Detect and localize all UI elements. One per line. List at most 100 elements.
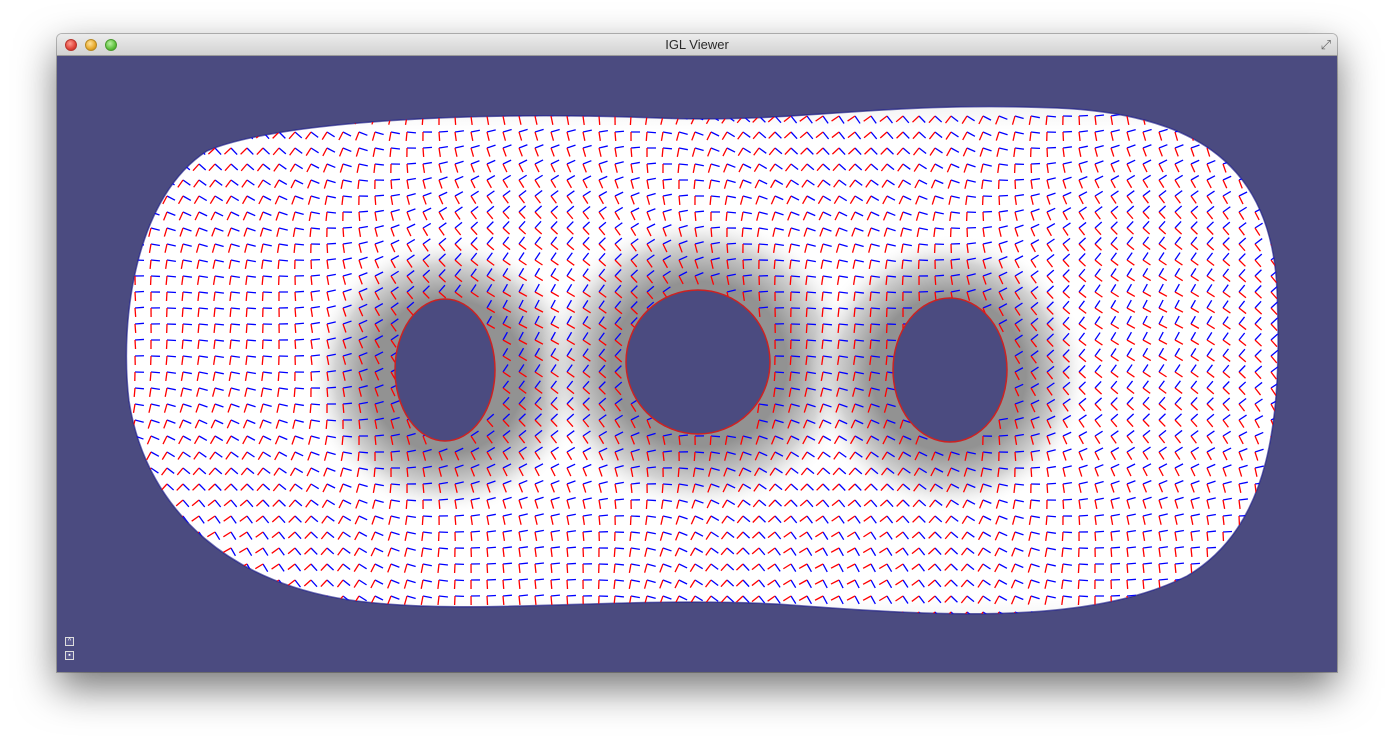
cross-field-stroke-red (422, 147, 425, 158)
cross-field-stroke-blue (614, 130, 625, 133)
cross-field-stroke-red (1287, 388, 1291, 396)
cross-field-stroke-red (613, 611, 616, 614)
cross-field-stroke-red (294, 323, 297, 334)
cross-field-stroke-blue (1110, 546, 1121, 549)
cross-field-stroke-blue (1287, 319, 1294, 324)
cross-field-stroke-blue (1046, 482, 1057, 485)
cross-field-stroke-blue (198, 323, 209, 326)
cross-field-stroke-red (254, 579, 264, 586)
cross-field-stroke-blue (134, 515, 142, 523)
collapse-icon[interactable]: ^ (65, 637, 74, 646)
cross-field-stroke-red (853, 307, 856, 318)
cross-field-stroke-blue (374, 467, 385, 470)
cross-field-stroke-red (320, 595, 328, 604)
cross-field-stroke-blue (150, 499, 158, 507)
cross-field-stroke-blue (1270, 162, 1279, 165)
cross-field-stroke-red (1222, 147, 1226, 157)
cross-field-stroke-blue (134, 531, 142, 540)
cross-field-stroke-red (421, 115, 424, 126)
cross-field-stroke-blue (198, 307, 209, 310)
cross-field-stroke-blue (422, 146, 433, 149)
cross-field-stroke-red (190, 547, 200, 553)
cross-field-stroke-blue (230, 131, 238, 140)
cross-field-stroke-blue (134, 115, 142, 123)
cross-field-stroke-red (789, 275, 792, 286)
cross-field-stroke-blue (1270, 531, 1279, 535)
cross-field-stroke-red (486, 611, 489, 614)
cross-field-stroke-red (309, 227, 312, 238)
cross-field-stroke-red (294, 291, 297, 302)
cross-field-stroke-blue (326, 242, 337, 245)
cross-field-stroke-red (1268, 563, 1272, 573)
cross-field-stroke-blue (1287, 287, 1294, 292)
edit-icon[interactable]: ▪ (65, 651, 74, 660)
cross-field-stroke-red (1206, 131, 1210, 141)
cross-field-stroke-red (1268, 611, 1272, 614)
cross-field-stroke-red (1268, 579, 1272, 589)
cross-field-stroke-red (255, 115, 264, 123)
cross-field-stroke-red (288, 115, 296, 123)
cross-field-stroke-red (1061, 531, 1064, 542)
cross-field-stroke-blue (1287, 500, 1296, 501)
cross-field-stroke-blue (758, 290, 769, 293)
cross-field-stroke-red (310, 371, 313, 382)
cross-field-stroke-red (614, 131, 617, 142)
cross-field-stroke-red (1252, 563, 1256, 573)
cross-field-stroke-blue (1174, 610, 1185, 613)
cross-field-stroke-red (646, 163, 649, 174)
cross-field-stroke-blue (294, 243, 305, 246)
cross-field-stroke-red (767, 611, 776, 614)
cross-field-stroke-red (174, 563, 184, 569)
cross-field-stroke-blue (854, 307, 865, 310)
cross-field-stroke-blue (774, 611, 781, 614)
cross-field-stroke-red (502, 595, 505, 606)
cross-field-stroke-blue (566, 562, 577, 565)
cross-field-stroke-red (1270, 163, 1273, 174)
cross-field-stroke-red (1285, 516, 1287, 525)
cross-field-stroke-red (1126, 579, 1129, 590)
cross-field-stroke-blue (1062, 498, 1073, 501)
cross-field-stroke-red (805, 291, 808, 302)
cross-field-stroke-blue (406, 611, 416, 614)
cross-field-stroke-blue (1126, 578, 1137, 581)
cross-field-stroke-blue (294, 322, 305, 325)
cross-field-stroke-red (1287, 212, 1290, 221)
cross-field-stroke-blue (310, 595, 318, 604)
3d-viewport[interactable]: ^ ▪ (57, 56, 1337, 672)
cross-field-stroke-red (158, 595, 168, 602)
cross-field-stroke-red (1126, 563, 1129, 574)
cross-field-stroke-red (1045, 115, 1048, 126)
cross-field-stroke-red (1287, 308, 1292, 315)
cross-field-stroke-red (176, 147, 184, 155)
cross-field-stroke-blue (166, 291, 177, 294)
cross-field-stroke-red (758, 307, 761, 318)
cross-field-stroke-blue (310, 115, 319, 123)
cross-field-stroke-red (128, 115, 136, 123)
fullscreen-icon[interactable]: ⤢ (1321, 37, 1331, 53)
cross-field-stroke-red (1142, 611, 1145, 614)
cross-field-stroke-red (190, 563, 200, 569)
cross-field-stroke-blue (870, 307, 881, 310)
cross-field-stroke-red (1287, 420, 1290, 429)
cross-field-stroke-red (129, 163, 136, 172)
cross-field-stroke-red (566, 611, 569, 614)
cross-field-stroke-red (1238, 147, 1242, 157)
cross-field-stroke-red (677, 163, 680, 174)
cross-field-stroke-red (1287, 356, 1292, 363)
cross-field-stroke-blue (278, 115, 286, 124)
cross-field-stroke-blue (166, 147, 174, 155)
cross-field-stroke-blue (326, 386, 337, 389)
titlebar[interactable]: IGL Viewer ⤢ (57, 34, 1337, 56)
cross-field-stroke-blue (790, 275, 801, 278)
cross-field-stroke-blue (278, 611, 285, 614)
cross-field-stroke-red (128, 131, 136, 140)
cross-field-stroke-blue (534, 610, 545, 613)
cross-field-stroke-blue (422, 611, 432, 614)
cross-field-stroke-red (303, 595, 312, 603)
cross-field-stroke-red (271, 595, 280, 602)
cross-field-stroke-red (598, 115, 601, 126)
cross-field-stroke-red (1174, 595, 1177, 606)
cross-field-stroke-red (207, 115, 216, 122)
cross-field-stroke-red (1284, 596, 1287, 605)
cross-field-stroke-blue (166, 611, 173, 614)
